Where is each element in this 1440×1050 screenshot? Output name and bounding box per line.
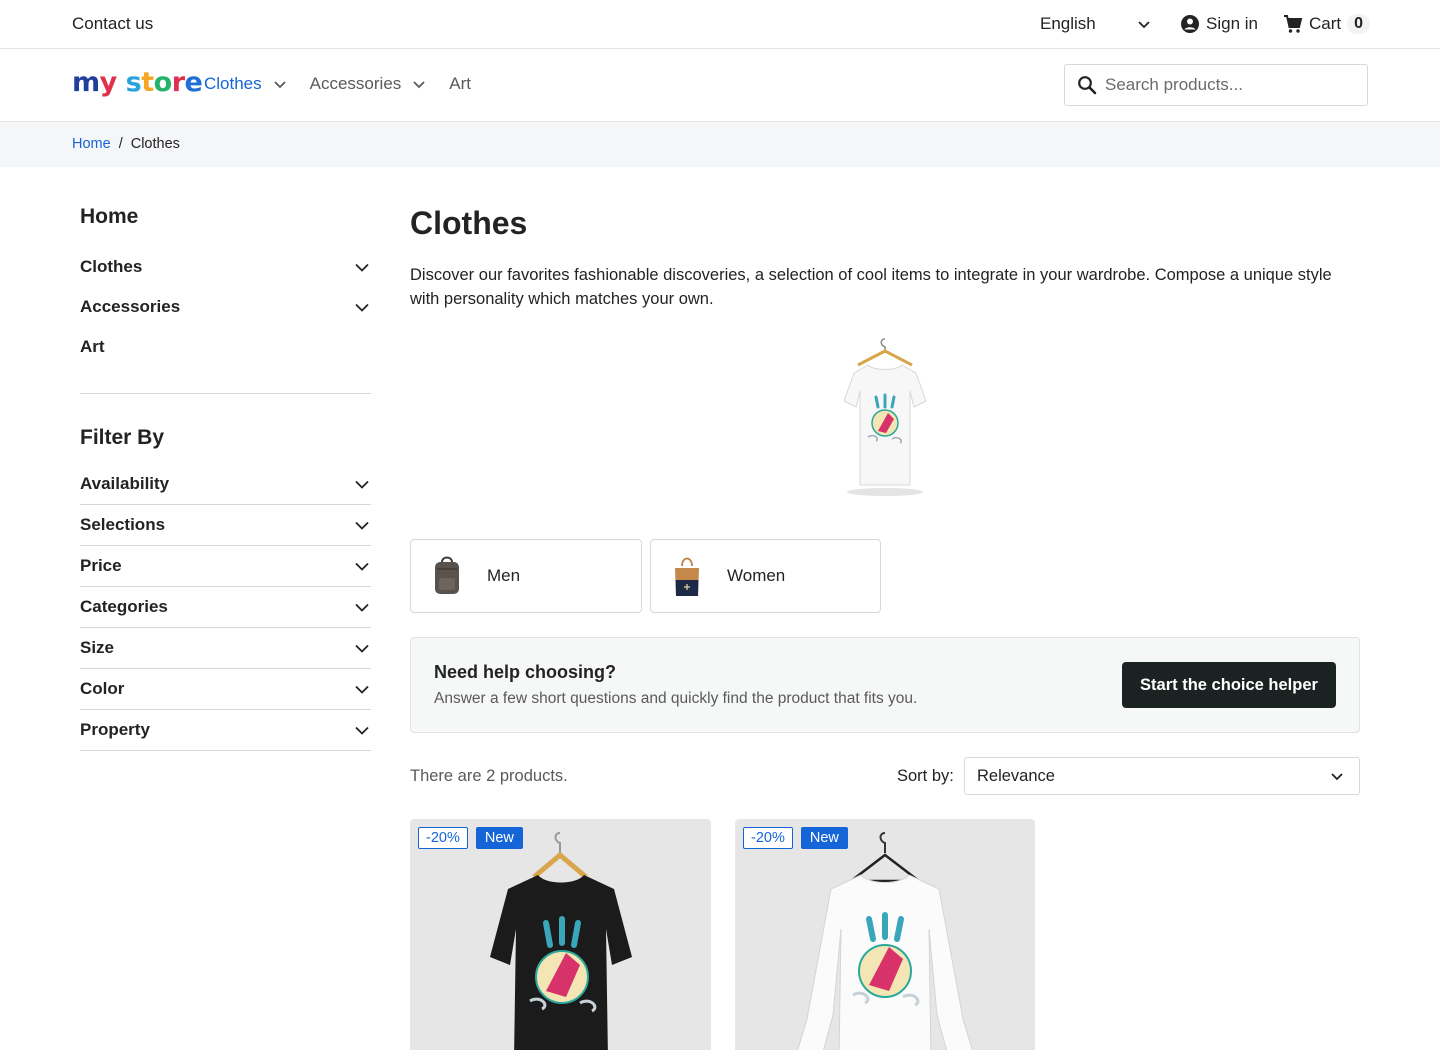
store-logo[interactable]: my store bbox=[72, 67, 203, 98]
cart-icon bbox=[1284, 15, 1303, 33]
top-bar: Contact us English Sign in Cart 0 bbox=[0, 0, 1440, 49]
chevron-down-icon[interactable] bbox=[353, 258, 371, 276]
product-count: There are 2 products. bbox=[410, 767, 568, 785]
filter-label: Size bbox=[80, 638, 115, 657]
cart-label: Cart bbox=[1309, 14, 1342, 33]
sort-select-value: Relevance bbox=[977, 766, 1055, 785]
chevron-down-icon bbox=[355, 603, 369, 612]
product-card[interactable]: -20% New bbox=[735, 819, 1035, 1050]
search-box bbox=[1064, 64, 1368, 106]
filter-selections[interactable]: Selections bbox=[80, 505, 371, 546]
chevron-down-icon[interactable] bbox=[272, 76, 288, 92]
start-choice-helper-button[interactable]: Start the choice helper bbox=[1122, 662, 1336, 708]
product-grid: -20% New -20% New bbox=[410, 819, 1035, 1050]
subcategory-label: Women bbox=[727, 566, 786, 585]
discount-badge: -20% bbox=[743, 827, 793, 849]
chevron-down-icon bbox=[355, 644, 369, 653]
filter-availability[interactable]: Availability bbox=[80, 464, 371, 505]
filter-color[interactable]: Color bbox=[80, 669, 371, 710]
breadcrumb-current: Clothes bbox=[130, 136, 180, 152]
sidebar-item-label: Art bbox=[80, 337, 105, 356]
sidebar-item-label: Clothes bbox=[80, 257, 143, 276]
tote-bag-thumbnail bbox=[675, 557, 699, 596]
nav-item-label: Art bbox=[449, 74, 472, 93]
nav-item-label: Clothes bbox=[204, 74, 262, 93]
chevron-down-icon[interactable] bbox=[1136, 16, 1152, 32]
subcategory-men[interactable]: Men bbox=[410, 539, 642, 613]
filter-label: Price bbox=[80, 556, 122, 575]
chevron-down-icon bbox=[355, 521, 369, 530]
product-badges: -20% New bbox=[743, 827, 848, 849]
nav-item-clothes[interactable]: Clothes bbox=[204, 74, 310, 94]
helper-subtitle: Answer a few short questions and quickly… bbox=[434, 690, 918, 707]
subcategory-label: Men bbox=[487, 566, 521, 585]
category-hero-image bbox=[843, 338, 927, 496]
chevron-down-icon bbox=[355, 480, 369, 489]
product-image bbox=[797, 832, 973, 1050]
chevron-down-icon bbox=[355, 726, 369, 735]
main-header: my store Clothes Accessories Art bbox=[0, 49, 1440, 122]
new-badge: New bbox=[475, 827, 523, 849]
filter-by-heading: Filter By bbox=[80, 426, 165, 449]
subcategory-list: Men Women bbox=[410, 539, 881, 613]
filter-list: Availability Selections Price Categories… bbox=[80, 464, 371, 751]
main-nav: Clothes Accessories Art bbox=[204, 74, 471, 94]
new-badge: New bbox=[800, 827, 848, 849]
filter-categories[interactable]: Categories bbox=[80, 587, 371, 628]
filter-label: Property bbox=[80, 720, 150, 739]
breadcrumb-home-link[interactable]: Home bbox=[72, 136, 111, 152]
filter-price[interactable]: Price bbox=[80, 546, 371, 587]
sidebar-home-link[interactable]: Home bbox=[80, 205, 371, 233]
product-image bbox=[490, 832, 632, 1050]
filter-size[interactable]: Size bbox=[80, 628, 371, 669]
breadcrumb-bar: Home / Clothes bbox=[0, 122, 1440, 167]
cart-count-badge: 0 bbox=[1347, 14, 1371, 34]
backpack-thumbnail bbox=[435, 556, 459, 594]
product-card[interactable]: -20% New bbox=[410, 819, 711, 1050]
chevron-down-icon bbox=[1331, 773, 1343, 781]
sidebar-item-clothes[interactable]: Clothes bbox=[80, 247, 371, 287]
subcategory-women[interactable]: Women bbox=[650, 539, 881, 613]
search-input[interactable] bbox=[1105, 75, 1345, 95]
choice-helper-banner: Need help choosing? Answer a few short q… bbox=[410, 637, 1360, 733]
search-icon bbox=[1078, 76, 1097, 95]
breadcrumb: Home / Clothes bbox=[72, 136, 180, 152]
page-title: Clothes bbox=[410, 205, 528, 241]
filter-label: Selections bbox=[80, 515, 166, 534]
contact-us-link[interactable]: Contact us bbox=[72, 14, 153, 34]
chevron-down-icon[interactable] bbox=[411, 76, 427, 92]
filter-property[interactable]: Property bbox=[80, 710, 371, 751]
sort-label: Sort by: bbox=[897, 767, 954, 785]
filter-label: Availability bbox=[80, 474, 170, 493]
sidebar: Home Clothes Accessories Art Filter By A… bbox=[80, 205, 371, 751]
chevron-down-icon bbox=[355, 562, 369, 571]
breadcrumb-separator: / bbox=[118, 136, 123, 152]
sign-in-link[interactable]: Sign in bbox=[1180, 12, 1258, 36]
category-description: Discover our favorites fashionable disco… bbox=[410, 266, 1332, 308]
discount-badge: -20% bbox=[418, 827, 468, 849]
sidebar-item-art[interactable]: Art bbox=[80, 327, 371, 367]
chevron-down-icon bbox=[355, 685, 369, 694]
sign-in-label: Sign in bbox=[1206, 14, 1258, 33]
filter-label: Categories bbox=[80, 597, 168, 616]
main-content: Clothes Discover our favorites fashionab… bbox=[410, 205, 1360, 1050]
filter-label: Color bbox=[80, 679, 125, 698]
sidebar-category-list: Clothes Accessories Art bbox=[80, 247, 371, 367]
sort-select[interactable]: Relevance bbox=[964, 757, 1360, 795]
sidebar-divider bbox=[80, 393, 371, 394]
helper-title: Need help choosing? bbox=[434, 662, 617, 682]
sidebar-item-label: Accessories bbox=[80, 297, 181, 316]
account-icon bbox=[1181, 15, 1199, 33]
nav-item-accessories[interactable]: Accessories bbox=[310, 74, 450, 94]
nav-item-label: Accessories bbox=[309, 74, 402, 93]
language-select[interactable]: English bbox=[1040, 14, 1096, 34]
cart-link[interactable]: Cart 0 bbox=[1283, 12, 1371, 36]
nav-item-art[interactable]: Art bbox=[449, 74, 471, 94]
chevron-down-icon[interactable] bbox=[353, 298, 371, 316]
sidebar-item-accessories[interactable]: Accessories bbox=[80, 287, 371, 327]
product-badges: -20% New bbox=[418, 827, 523, 849]
